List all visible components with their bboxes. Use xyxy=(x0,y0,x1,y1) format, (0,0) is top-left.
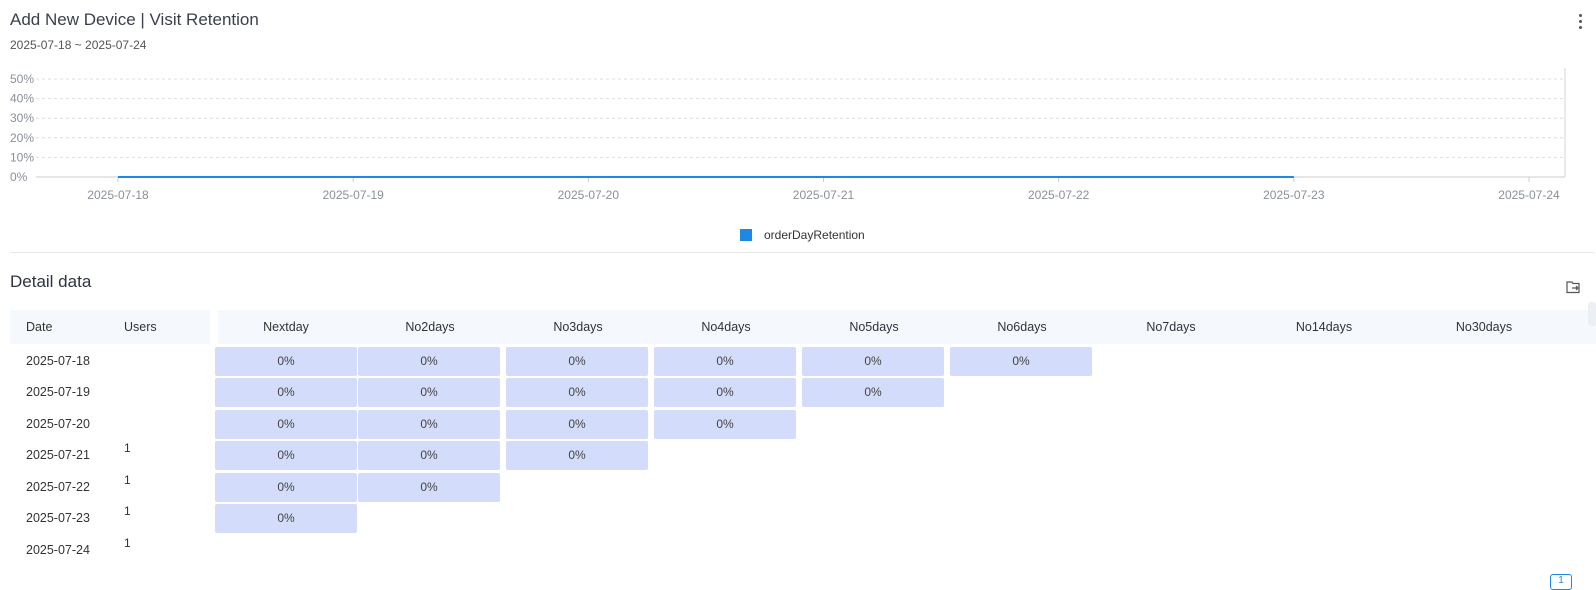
row-users[interactable]: 1 xyxy=(124,536,131,550)
column-header-no5days[interactable]: No5days xyxy=(849,310,898,344)
section-divider xyxy=(10,252,1594,253)
row-date: 2025-07-23 xyxy=(26,511,90,525)
retention-cell[interactable]: 0% xyxy=(215,347,357,376)
row-users[interactable]: 1 xyxy=(124,441,131,455)
x-tick-label: 2025-07-23 xyxy=(1263,188,1325,202)
retention-line-chart: 0% 10% 20% 30% 40% 50% 2025-07-18 2025-07-19 202… xyxy=(10,68,1566,202)
column-header-no7days[interactable]: No7days xyxy=(1146,310,1195,344)
retention-cell[interactable]: 0% xyxy=(358,347,500,376)
retention-cell[interactable]: 0% xyxy=(802,378,944,407)
y-tick-label: 30% xyxy=(10,111,34,125)
column-header-date[interactable]: Date xyxy=(26,310,52,344)
retention-cell[interactable]: 0% xyxy=(654,378,796,407)
y-tick-label: 0% xyxy=(10,170,28,184)
y-tick-label: 20% xyxy=(10,131,34,145)
retention-cell[interactable]: 0% xyxy=(358,410,500,439)
row-date: 2025-07-20 xyxy=(26,417,90,431)
column-header-no4days[interactable]: No4days xyxy=(701,310,750,344)
x-tick-label: 2025-07-21 xyxy=(793,188,855,202)
x-tick-label: 2025-07-24 xyxy=(1498,188,1560,202)
more-vertical-icon[interactable] xyxy=(1577,14,1583,32)
column-header-no6days[interactable]: No6days xyxy=(997,310,1046,344)
retention-cell[interactable]: 0% xyxy=(215,504,357,533)
retention-cell[interactable]: 0% xyxy=(215,410,357,439)
row-date: 2025-07-24 xyxy=(26,543,90,557)
legend-item[interactable]: orderDayRetention xyxy=(740,228,865,242)
retention-cell[interactable]: 0% xyxy=(802,347,944,376)
row-users[interactable]: 1 xyxy=(124,473,131,487)
row-date: 2025-07-19 xyxy=(26,385,90,399)
retention-cell[interactable]: 0% xyxy=(358,378,500,407)
x-tick-label: 2025-07-22 xyxy=(1028,188,1090,202)
retention-cell[interactable]: 0% xyxy=(215,473,357,502)
x-tick-label: 2025-07-18 xyxy=(87,188,149,202)
y-tick-label: 10% xyxy=(10,150,34,164)
row-date: 2025-07-22 xyxy=(26,480,90,494)
retention-cell[interactable]: 0% xyxy=(215,441,357,470)
retention-cell[interactable]: 0% xyxy=(506,378,648,407)
table-scrollbar[interactable] xyxy=(1588,302,1596,326)
column-header-no2days[interactable]: No2days xyxy=(405,310,454,344)
retention-cell[interactable]: 0% xyxy=(506,347,648,376)
pagination-page-1[interactable]: 1 xyxy=(1550,574,1572,590)
retention-cell[interactable]: 0% xyxy=(358,473,500,502)
x-tick-label: 2025-07-19 xyxy=(322,188,384,202)
retention-cell[interactable]: 0% xyxy=(950,347,1092,376)
export-icon[interactable] xyxy=(1565,279,1581,295)
row-date: 2025-07-21 xyxy=(26,448,90,462)
detail-data-title: Detail data xyxy=(10,272,92,291)
column-header-users[interactable]: Users xyxy=(124,310,157,344)
row-users[interactable]: 1 xyxy=(124,504,131,518)
column-header-no14days[interactable]: No14days xyxy=(1296,310,1352,344)
legend-label: orderDayRetention xyxy=(764,228,865,242)
table-header-fixed: Date Users xyxy=(10,310,210,344)
column-header-no30days[interactable]: No30days xyxy=(1456,310,1512,344)
row-date: 2025-07-18 xyxy=(26,354,90,368)
retention-cell[interactable]: 0% xyxy=(358,441,500,470)
table-header-retention: Nextday No2days No3days No4days No5days No6da… xyxy=(218,310,1596,344)
date-range: 2025-07-18 ~ 2025-07-24 xyxy=(10,38,147,52)
column-header-no3days[interactable]: No3days xyxy=(553,310,602,344)
column-header-nextday[interactable]: Nextday xyxy=(263,310,309,344)
retention-cell[interactable]: 0% xyxy=(506,441,648,470)
y-tick-label: 40% xyxy=(10,92,34,106)
x-tick-label: 2025-07-20 xyxy=(558,188,620,202)
retention-cell[interactable]: 0% xyxy=(506,410,648,439)
y-tick-label: 50% xyxy=(10,72,34,86)
page-title: Add New Device | Visit Retention xyxy=(10,10,259,29)
retention-cell[interactable]: 0% xyxy=(654,410,796,439)
legend-swatch xyxy=(740,229,752,241)
retention-cell[interactable]: 0% xyxy=(215,378,357,407)
retention-cell[interactable]: 0% xyxy=(654,347,796,376)
